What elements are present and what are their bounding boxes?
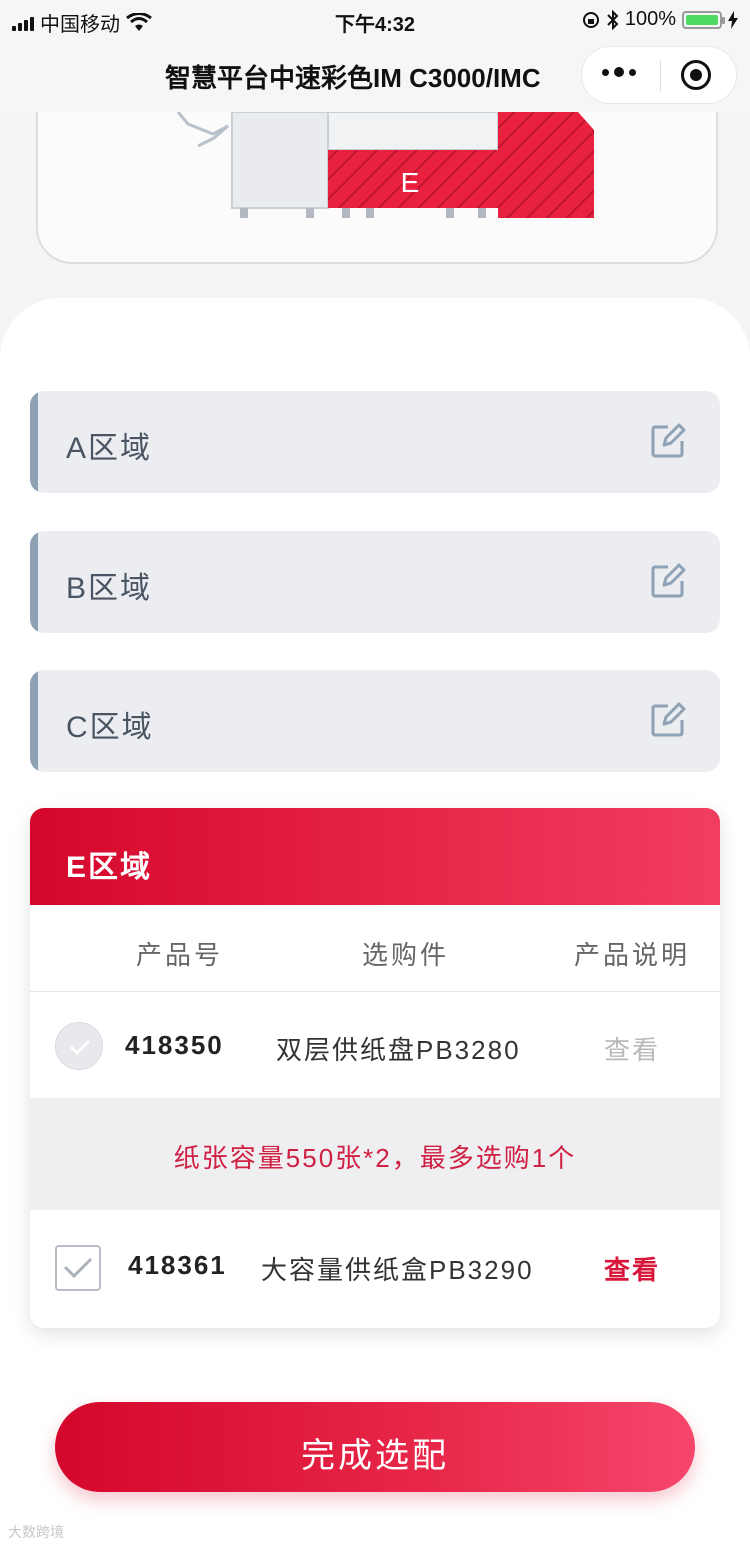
watermark: 大数跨境	[8, 1524, 64, 1540]
product-code: 418350	[125, 1030, 224, 1060]
status-bar: 中国移动 下午4:32 100%	[0, 0, 750, 40]
orientation-lock-icon	[582, 11, 599, 28]
diagram-zone-label: E	[401, 167, 420, 198]
zone-a-label: A区域	[66, 432, 153, 465]
zone-c-row[interactable]: C区域	[30, 670, 720, 772]
zone-a-row[interactable]: A区域	[30, 391, 720, 493]
printer-illustration: E	[176, 112, 594, 218]
capacity-notice: 纸张容量550张*2，最多选购1个	[30, 1098, 720, 1210]
zone-e-header[interactable]: E区域	[30, 808, 720, 905]
zone-b-row[interactable]: B区域	[30, 531, 720, 633]
edit-icon[interactable]	[650, 423, 686, 459]
notice-text: 纸张容量550张*2，最多选购1个	[173, 1143, 577, 1173]
column-product-no: 产品号	[136, 940, 224, 970]
finish-config-button[interactable]: 完成选配	[55, 1402, 695, 1492]
table-row: 418350 双层供纸盘PB3280 查看	[30, 992, 720, 1100]
bluetooth-icon	[607, 9, 619, 30]
zone-e-card: E区域 产品号 选购件 产品说明 418350 双层供纸盘PB3280 查看 纸…	[30, 808, 720, 1328]
more-icon[interactable]	[602, 67, 636, 77]
nav-bar: 智慧平台中速彩色IM C3000/IMC	[0, 40, 750, 112]
charging-icon	[728, 10, 738, 29]
mini-program-capsule	[581, 46, 737, 104]
close-target-icon[interactable]	[681, 60, 711, 90]
view-link[interactable]: 查看	[604, 1250, 660, 1287]
view-link: 查看	[604, 1035, 661, 1065]
finish-button-label: 完成选配	[301, 1437, 449, 1475]
disabled-check-icon	[55, 1022, 103, 1070]
table-header: 产品号 选购件 产品说明	[30, 905, 720, 992]
printer-diagram: E	[36, 112, 718, 264]
product-name: 大容量供纸盒PB3290	[261, 1255, 534, 1285]
zone-c-label: C区域	[66, 711, 154, 744]
zone-e-label: E区域	[66, 851, 153, 884]
battery-icon	[682, 10, 725, 29]
table-row: 418361 大容量供纸盒PB3290 查看	[30, 1212, 720, 1320]
product-name: 双层供纸盘PB3280	[276, 1035, 521, 1065]
edit-icon[interactable]	[650, 563, 686, 599]
page-title: 智慧平台中速彩色IM C3000/IMC	[165, 63, 541, 93]
battery-percent: 100%	[624, 8, 676, 30]
checkbox[interactable]	[55, 1245, 101, 1291]
edit-icon[interactable]	[650, 702, 686, 738]
product-code: 418361	[128, 1250, 227, 1280]
column-option: 选购件	[362, 940, 450, 970]
zone-b-label: B区域	[66, 572, 153, 605]
column-description: 产品说明	[574, 940, 691, 970]
